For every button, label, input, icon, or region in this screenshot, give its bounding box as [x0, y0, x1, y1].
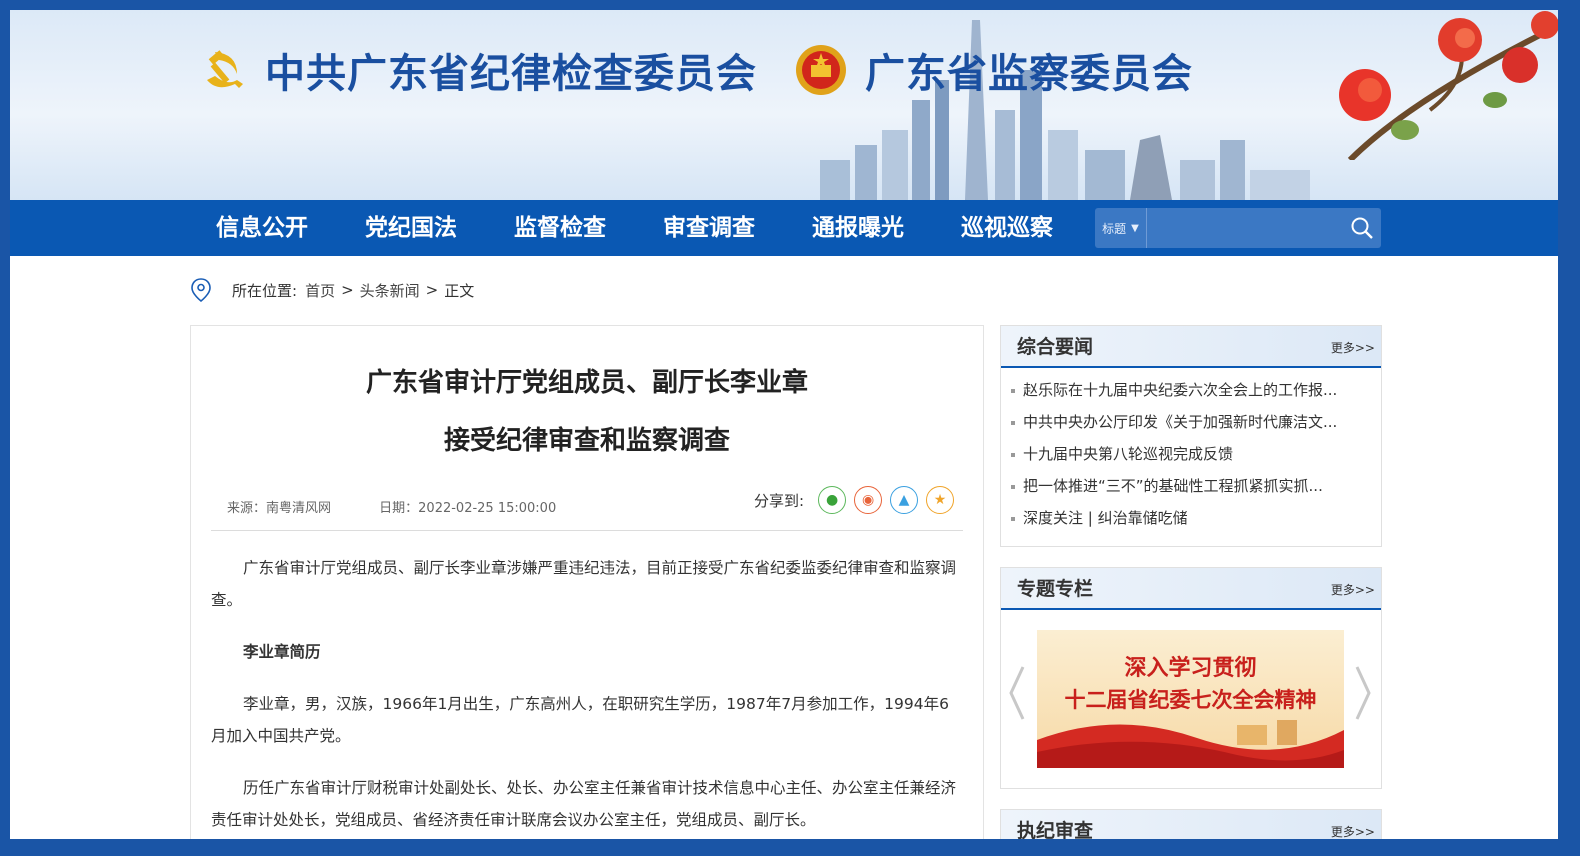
article-title-line2: 接受纪律审查和监察调查 — [443, 426, 730, 456]
header-banner: 中共广东省纪律检查委员会 广东省监察委员会 — [10, 10, 1558, 200]
news-more-link[interactable]: 更多>> — [1331, 339, 1375, 356]
search-icon — [1351, 217, 1374, 239]
share-bar: 分享到: ● ◉ ▲ ★ — [754, 486, 955, 514]
share-label: 分享到: — [754, 491, 805, 510]
discipline-more-link[interactable]: 更多>> — [1331, 823, 1375, 839]
carousel-next-arrow-icon[interactable] — [1353, 663, 1373, 723]
search-input[interactable] — [1146, 208, 1344, 248]
article-source: 来源：南粤清风网 — [227, 501, 332, 516]
article-meta: 来源：南粤清风网 日期：2022-02-25 15:00:00 — [227, 497, 600, 516]
breadcrumb: 所在位置: 首页 > 头条新闻 > 正文 — [190, 278, 475, 303]
header-logo-row: 中共广东省纪律检查委员会 广东省监察委员会 — [195, 40, 1193, 100]
nav-item-inspection[interactable]: 巡视巡察 — [940, 200, 1089, 256]
article-paragraph: 历任广东省审计厅财税审计处副处长、处长、办公室主任兼省审计技术信息中心主任、办公… — [211, 779, 957, 829]
article-divider — [211, 530, 963, 531]
nav-item-info-disclosure[interactable]: 信息公开 — [195, 200, 344, 256]
news-list-item[interactable]: 十九届中央第八轮巡视完成反馈 — [1007, 438, 1363, 470]
discipline-box-title: 执纪审查 — [1017, 816, 1093, 839]
breadcrumb-headlines-link[interactable]: 头条新闻 — [360, 280, 420, 301]
main-nav: 信息公开 党纪国法 监督检查 审查调查 通报曝光 巡视巡察 标题 ▼ — [10, 200, 1558, 256]
breadcrumb-current: 正文 — [444, 281, 475, 300]
nav-item-exposure[interactable]: 通报曝光 — [791, 200, 940, 256]
news-box-title: 综合要闻 — [1000, 332, 1142, 368]
news-list-item[interactable]: 深度关注 | 纠治靠储吃储 — [1007, 502, 1363, 534]
special-banner-title-line2: 十二届省纪委七次全会精神 — [1064, 688, 1317, 712]
supervision-commission-title: 广东省监察委员会 — [865, 51, 1193, 97]
special-box: 专题专栏 更多>> 深入学习贯彻 十二届省纪委七次全会精神 — [1000, 567, 1382, 789]
article-panel: 广东省审计厅党组成员、副厅长李业章 接受纪律审查和监察调查 来源：南粤清风网 日… — [190, 325, 984, 839]
kapok-flowers-image — [1339, 11, 1558, 160]
party-emblem-icon — [195, 42, 251, 98]
news-list-item[interactable]: 把一体推进“三不”的基础性工程抓紧抓实抓... — [1007, 470, 1363, 502]
nav-item-party-discipline[interactable]: 党纪国法 — [344, 200, 493, 256]
search-field-value: 标题 — [1102, 221, 1127, 236]
breadcrumb-home-link[interactable]: 首页 — [305, 280, 335, 301]
news-list-item[interactable]: 赵乐际在十九届中央纪委六次全会上的工作报... — [1007, 374, 1363, 406]
breadcrumb-prefix: 所在位置: — [232, 281, 298, 300]
city-skyline-image — [820, 20, 1310, 200]
wechat-icon[interactable]: ● — [818, 486, 847, 514]
special-more-link[interactable]: 更多>> — [1331, 581, 1375, 598]
discipline-box: 执纪审查 更多>> — [1000, 809, 1382, 839]
location-pin-icon — [191, 278, 211, 303]
article-paragraph: 李业章，男，汉族，1966年1月出生，广东高州人，在职研究生学历，1987年7月… — [211, 695, 949, 745]
special-box-header: 专题专栏 更多>> — [1000, 568, 1381, 610]
news-list-item[interactable]: 中共中央办公厅印发《关于加强新时代廉洁文... — [1007, 406, 1363, 438]
cpc-commission-title: 中共广东省纪律检查委员会 — [265, 51, 757, 97]
article-title-line1: 广东省审计厅党组成员、副厅长李业章 — [365, 368, 808, 398]
nav-items: 信息公开 党纪国法 监督检查 审查调查 通报曝光 巡视巡察 — [195, 200, 1089, 256]
news-box: 综合要闻 更多>> 赵乐际在十九届中央纪委六次全会上的工作报... 中共中央办公… — [1000, 325, 1382, 547]
article-subheading: 李业章简历 — [243, 643, 321, 661]
weibo-icon[interactable]: ◉ — [854, 486, 883, 514]
news-box-header: 综合要闻 更多>> — [1000, 326, 1381, 368]
search-button[interactable] — [1344, 208, 1381, 248]
chevron-down-icon: ▼ — [1131, 222, 1139, 234]
article-date: 日期：2022-02-25 15:00:00 — [379, 501, 557, 516]
national-emblem-icon — [793, 42, 849, 98]
favorite-icon[interactable]: ★ — [926, 486, 955, 514]
page-frame: 中共广东省纪律检查委员会 广东省监察委员会 信息公开 党纪国法 监督检查 审查调… — [10, 10, 1558, 839]
article-paragraph: 广东省审计厅党组成员、副厅长李业章涉嫌严重违纪违法，目前正接受广东省纪委监委纪律… — [211, 559, 957, 609]
carousel-prev-arrow-icon[interactable] — [1007, 663, 1027, 723]
breadcrumb-separator: > — [425, 281, 439, 299]
discipline-box-header: 执纪审查 更多>> — [1001, 810, 1381, 839]
news-list: 赵乐际在十九届中央纪委六次全会上的工作报... 中共中央办公厅印发《关于加强新时… — [1001, 368, 1381, 534]
nav-item-investigation[interactable]: 审查调查 — [642, 200, 791, 256]
nav-item-supervision[interactable]: 监督检查 — [493, 200, 642, 256]
search-box: 标题 ▼ — [1095, 208, 1381, 248]
article-body: 广东省审计厅党组成员、副厅长李业章涉嫌严重违纪违法，目前正接受广东省纪委监委纪律… — [211, 552, 963, 839]
special-banner-title-line1: 深入学习贯彻 — [1124, 656, 1257, 681]
special-banner-slide[interactable]: 深入学习贯彻 十二届省纪委七次全会精神 — [1037, 630, 1344, 768]
qq-icon[interactable]: ▲ — [890, 486, 919, 514]
search-field-select[interactable]: 标题 ▼ — [1095, 208, 1147, 248]
breadcrumb-separator: > — [341, 281, 354, 299]
special-box-title: 专题专栏 — [1000, 574, 1142, 610]
